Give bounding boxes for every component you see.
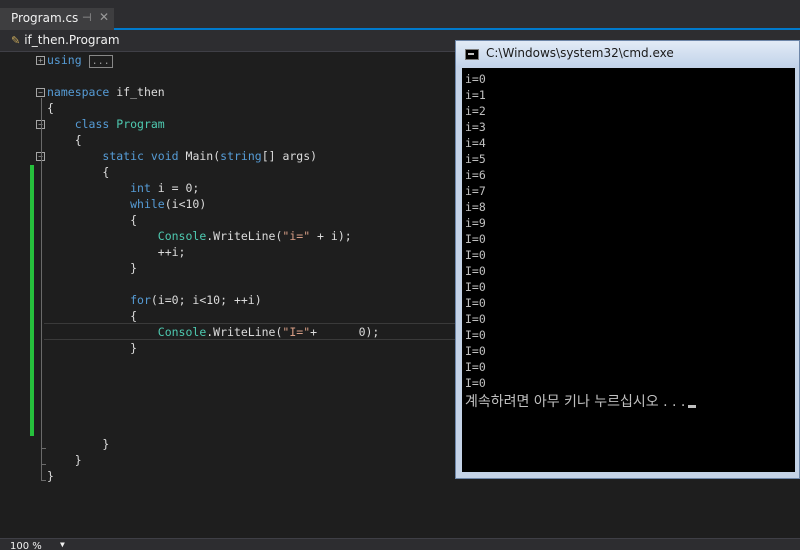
cmd-icon xyxy=(465,49,479,60)
fold-end-marker xyxy=(41,480,46,481)
console-title-bar[interactable]: C:\Windows\system32\cmd.exe xyxy=(456,41,799,67)
class-icon: ✎ xyxy=(11,34,21,47)
collapse-icon[interactable]: − xyxy=(36,88,45,97)
console-line: i=0 xyxy=(465,72,486,86)
close-icon[interactable]: ✕ xyxy=(99,10,109,24)
tab-label: Program.cs xyxy=(11,11,79,25)
code-line: } xyxy=(102,437,110,451)
change-indicator-bar xyxy=(30,165,34,436)
zoom-level[interactable]: 100 % xyxy=(10,541,42,550)
tab-program-cs[interactable]: Program.cs ⊣ ✕ xyxy=(0,8,114,30)
console-line: i=4 xyxy=(465,136,486,150)
chevron-down-icon[interactable]: ▼ xyxy=(60,540,65,549)
console-title: C:\Windows\system32\cmd.exe xyxy=(486,46,674,60)
document-tab-strip: Program.cs ⊣ ✕ xyxy=(0,0,800,30)
console-prompt: 계속하려면 아무 키나 누르십시오 . . . xyxy=(465,394,686,410)
console-line: i=5 xyxy=(465,152,486,166)
pin-icon[interactable]: ⊣ xyxy=(82,11,92,24)
code-line: ++i; xyxy=(157,245,186,259)
fold-end-marker xyxy=(41,464,46,465)
code-line: using ... xyxy=(47,52,113,70)
editor-status-bar: 100 % ▼ xyxy=(0,538,800,550)
console-line: i=6 xyxy=(465,168,486,182)
code-line: Console.WriteLine("i=" + i); xyxy=(157,229,352,243)
code-line: while(i<10) xyxy=(130,197,207,211)
console-line: I=0 xyxy=(465,232,486,246)
console-line: I=0 xyxy=(465,296,486,310)
console-line: I=0 xyxy=(465,280,486,294)
code-line: } xyxy=(47,469,54,483)
console-line: i=2 xyxy=(465,104,486,118)
code-line: { xyxy=(130,213,138,227)
console-line: I=0 xyxy=(465,328,486,342)
code-line: { xyxy=(74,133,82,147)
code-line: { xyxy=(102,165,110,179)
fold-guide-line xyxy=(41,98,42,480)
code-line: Console.WriteLine("I="+ 0); xyxy=(157,325,380,339)
code-line: int i = 0; xyxy=(130,181,200,195)
type-dropdown[interactable]: ✎ if_then.Program xyxy=(11,33,120,47)
console-line: i=1 xyxy=(465,88,486,102)
collapsed-region[interactable]: ... xyxy=(88,55,113,68)
code-line: class Program xyxy=(74,117,165,131)
code-line: for(i=0; i<10; ++i) xyxy=(130,293,262,307)
code-line: } xyxy=(130,261,138,275)
fold-end-marker xyxy=(41,448,46,449)
code-line: { xyxy=(47,101,54,115)
console-line: I=0 xyxy=(465,344,486,358)
console-line: i=9 xyxy=(465,216,486,230)
console-line: I=0 xyxy=(465,312,486,326)
code-line: static void Main(string[] args) xyxy=(102,149,318,163)
console-window[interactable]: C:\Windows\system32\cmd.exe i=0 i=1 i=2 … xyxy=(455,40,800,479)
console-line: I=0 xyxy=(465,360,486,374)
console-prompt-line: 계속하려면 아무 키나 누르십시오 . . . xyxy=(465,391,697,411)
console-output[interactable]: i=0 i=1 i=2 i=3 i=4 i=5 i=6 i=7 i=8 i=9 … xyxy=(462,68,795,472)
code-line: } xyxy=(74,453,82,467)
console-line: i=8 xyxy=(465,200,486,214)
expand-icon[interactable]: + xyxy=(36,56,45,65)
console-line: I=0 xyxy=(465,248,486,262)
console-line: I=0 xyxy=(465,376,486,390)
code-line: namespace if_then xyxy=(47,85,165,99)
console-line: i=7 xyxy=(465,184,486,198)
console-line: I=0 xyxy=(465,264,486,278)
code-line: } xyxy=(130,341,138,355)
code-line: { xyxy=(130,309,138,323)
text-cursor xyxy=(688,405,697,408)
type-dropdown-label: if_then.Program xyxy=(24,33,120,47)
console-line: i=3 xyxy=(465,120,486,134)
editor-gutter xyxy=(0,52,26,538)
